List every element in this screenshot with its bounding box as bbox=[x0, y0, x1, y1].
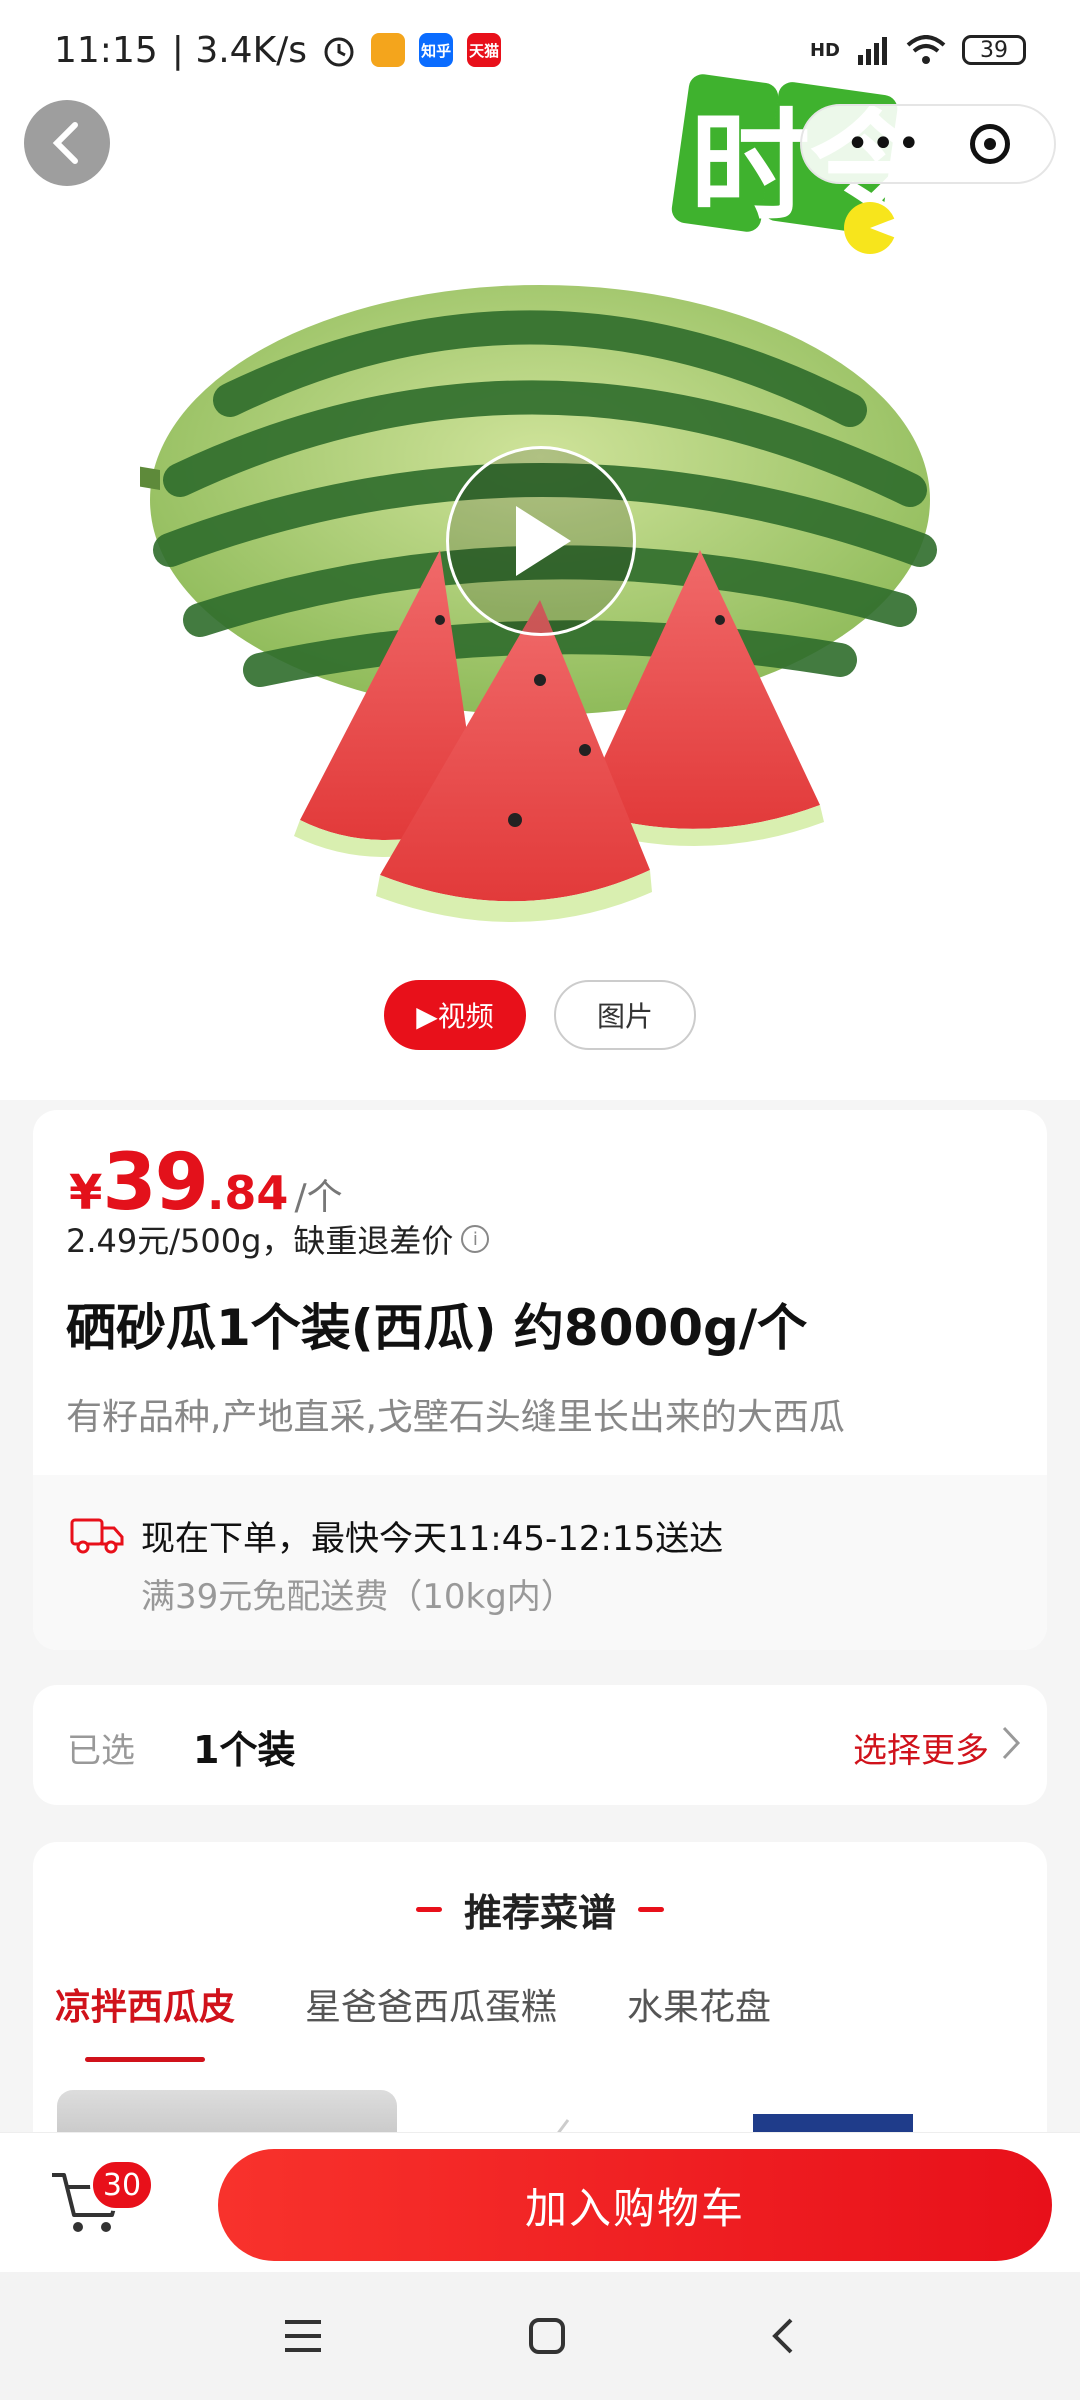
recipes-title: 推荐菜谱 bbox=[33, 1882, 1047, 1937]
signal-icon bbox=[858, 37, 887, 65]
play-icon bbox=[516, 506, 571, 576]
cart-count-badge: 30 bbox=[90, 2159, 154, 2211]
tab-image[interactable]: 图片 bbox=[554, 980, 696, 1050]
price: ¥ 39 .84 /个 bbox=[69, 1138, 343, 1228]
zhihu-icon: 知乎 bbox=[419, 33, 454, 67]
delivery-fee: 满39元免配送费（10kg内） bbox=[141, 1577, 575, 1617]
hd-label: HD bbox=[809, 39, 840, 61]
menu-icon[interactable] bbox=[281, 2316, 325, 2356]
tab-video[interactable]: ▶视频 bbox=[384, 980, 526, 1050]
wifi-icon bbox=[906, 35, 946, 64]
status-bar: 11:15 | 3.4K/s 知乎 天猫 HD 39 bbox=[0, 0, 1080, 100]
unit-price: 2.49元/500g，缺重退差价 i bbox=[66, 1216, 490, 1262]
recipes-section: 推荐菜谱 凉拌西瓜皮 星爸爸西瓜蛋糕 水果花盘 bbox=[33, 1842, 1047, 2142]
network-speed: | 3.4K/s bbox=[171, 29, 308, 71]
spec-label: 已选 bbox=[67, 1731, 135, 1771]
chevron-right-icon bbox=[1002, 1726, 1021, 1760]
system-nav-bar bbox=[0, 2272, 1080, 2400]
app-icon-orange bbox=[371, 33, 406, 67]
miniprogram-capsule: ••• bbox=[800, 104, 1056, 184]
delivery-time: 现在下单，最快今天11:45-12:15送达 bbox=[141, 1519, 724, 1559]
add-to-cart-button[interactable]: 加入购物车 bbox=[218, 2149, 1052, 2261]
recipe-tab-2[interactable]: 星爸爸西瓜蛋糕 bbox=[305, 1978, 557, 2030]
recipe-tab-3[interactable]: 水果花盘 bbox=[627, 1978, 771, 2030]
more-icon[interactable]: ••• bbox=[846, 124, 923, 164]
tmall-icon: 天猫 bbox=[467, 33, 502, 67]
divider bbox=[638, 1907, 664, 1912]
product-title: 硒砂瓜1个装(西瓜) 约8000g/个 bbox=[66, 1299, 808, 1357]
recipe-tab-1[interactable]: 凉拌西瓜皮 bbox=[55, 1978, 235, 2062]
back-nav-icon[interactable] bbox=[769, 2316, 799, 2356]
spec-value: 1个装 bbox=[193, 1728, 296, 1772]
delivery-info: 现在下单，最快今天11:45-12:15送达 满39元免配送费（10kg内） bbox=[33, 1475, 1047, 1650]
bottom-action-bar: 30 加入购物车 bbox=[0, 2132, 1080, 2273]
product-subtitle: 有籽品种,产地直采,戈壁石头缝里长出来的大西瓜 bbox=[66, 1397, 845, 1438]
product-info-card: ¥ 39 .84 /个 2.49元/500g，缺重退差价 i 硒砂瓜1个装(西瓜… bbox=[33, 1110, 1047, 1650]
status-time: 11:15 bbox=[54, 29, 158, 71]
divider bbox=[415, 1907, 442, 1912]
home-icon[interactable] bbox=[527, 2316, 567, 2356]
chevron-left-icon bbox=[52, 122, 78, 164]
back-button[interactable] bbox=[24, 100, 110, 186]
truck-icon bbox=[70, 1518, 124, 1554]
play-video-button[interactable] bbox=[446, 446, 636, 636]
battery-indicator: 39 bbox=[962, 35, 1026, 65]
close-miniprogram-icon[interactable] bbox=[970, 124, 1011, 164]
alarm-icon bbox=[324, 37, 354, 67]
info-icon[interactable]: i bbox=[461, 1225, 490, 1253]
spec-selector[interactable]: 已选 1个装 选择更多 bbox=[33, 1685, 1047, 1805]
choose-more-link[interactable]: 选择更多 bbox=[853, 1723, 989, 1772]
